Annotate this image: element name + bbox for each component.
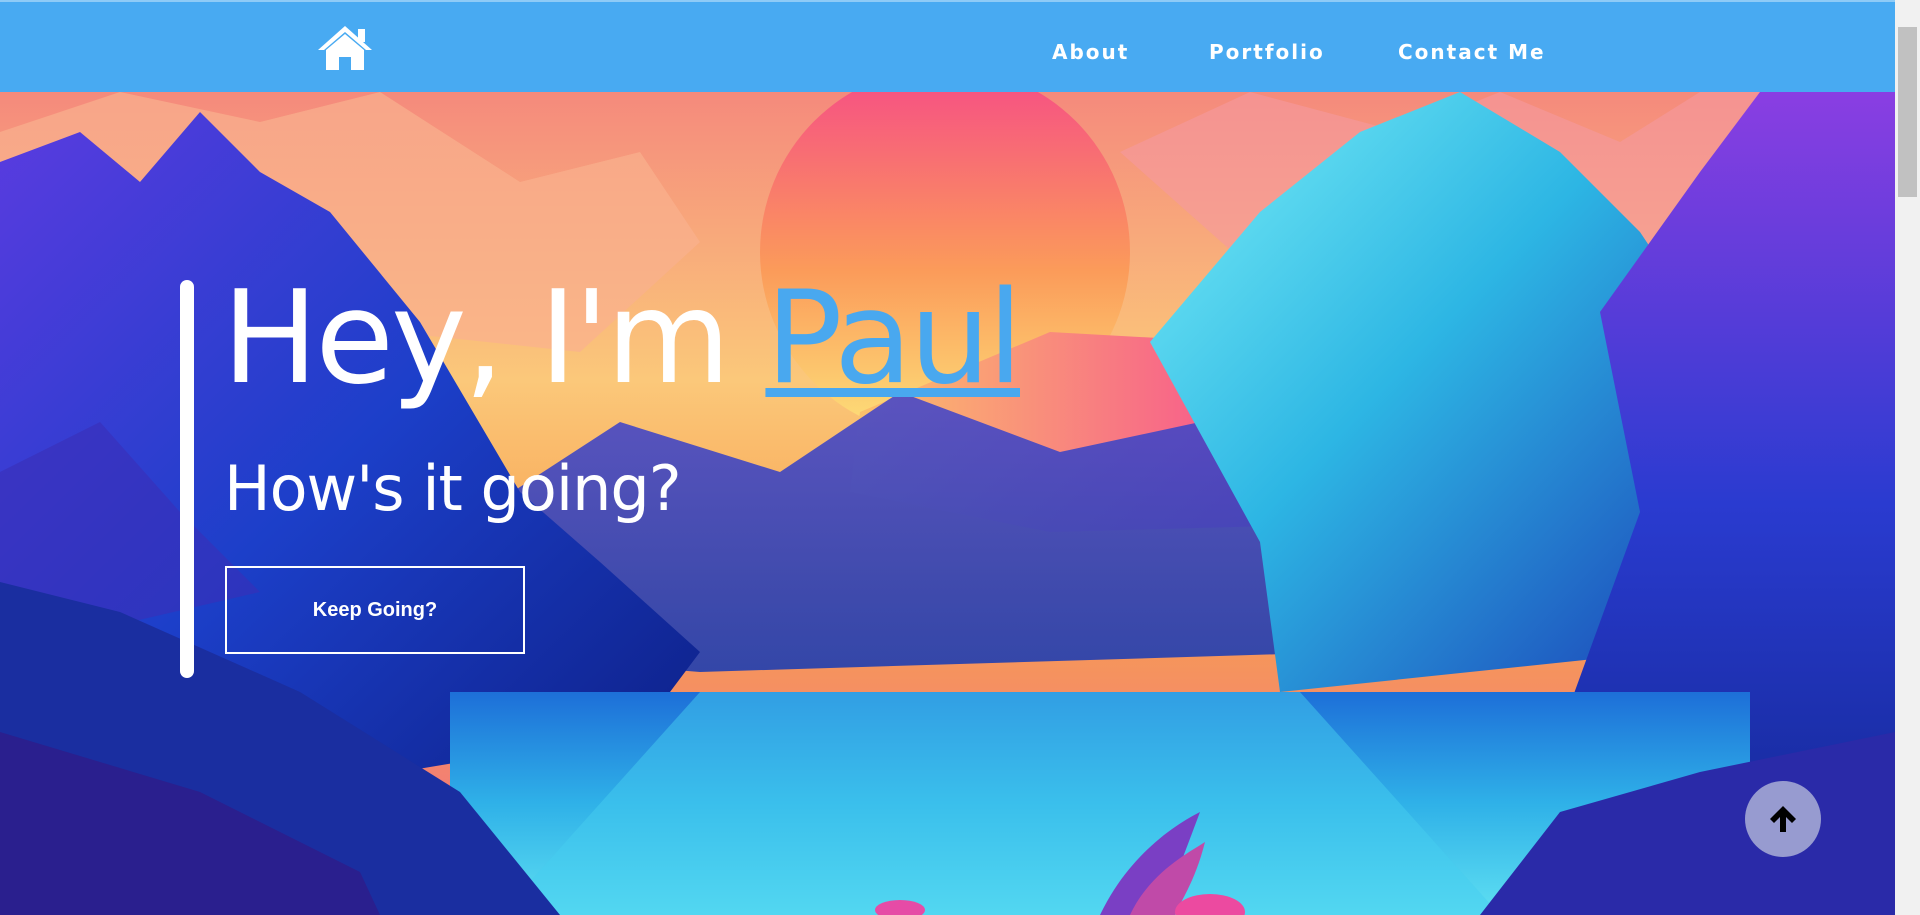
nav-link-portfolio[interactable]: Portfolio [1209,40,1325,64]
home-icon[interactable] [316,24,374,72]
nav-link-contact-me[interactable]: Contact Me [1398,40,1546,64]
hero-title: Hey, I'm Paul [222,264,1023,414]
page: About Portfolio Contact Me Hey, I'm Paul… [0,0,1920,915]
top-navbar: About Portfolio Contact Me [0,0,1895,92]
arrow-up-icon [1770,806,1796,832]
scroll-to-top-button[interactable] [1745,781,1821,857]
keep-going-button[interactable]: Keep Going? [225,566,525,654]
page-scrollbar[interactable] [1895,0,1920,915]
hero-section: Hey, I'm Paul How's it going? Keep Going… [0,92,1895,915]
hero-name-link[interactable]: Paul [765,264,1023,413]
hero-subtitle: How's it going? [224,452,682,525]
hero-title-prefix: Hey, I'm [222,264,766,413]
nav-link-about[interactable]: About [1052,40,1129,64]
hero-accent-bar [180,280,194,678]
scrollbar-thumb[interactable] [1898,27,1917,197]
